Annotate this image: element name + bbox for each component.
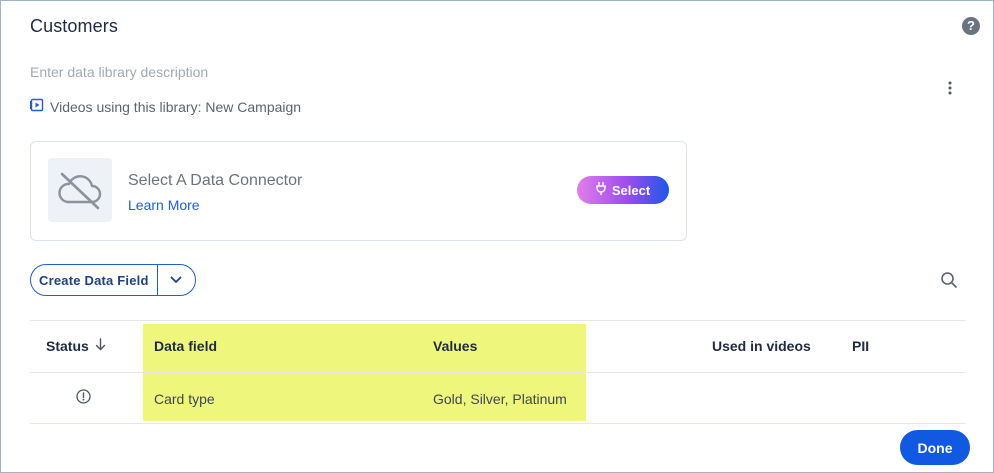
- search-icon[interactable]: [940, 271, 958, 289]
- table-top-border: [30, 320, 966, 321]
- cell-data-field[interactable]: Card type: [154, 391, 215, 407]
- plug-icon: [596, 181, 606, 198]
- select-connector-label: Select: [611, 182, 651, 198]
- chevron-down-icon: [170, 271, 182, 289]
- connector-title: Select A Data Connector: [128, 172, 303, 189]
- page-title: Customers: [30, 16, 118, 36]
- column-header-values[interactable]: Values: [433, 338, 477, 354]
- cell-values: Gold, Silver, Platinum: [433, 391, 567, 407]
- alert-circle-icon: [76, 389, 91, 404]
- data-connector-card: Select A Data Connector Learn More Selec…: [30, 141, 687, 241]
- video-library-icon: [30, 98, 44, 115]
- column-header-used-in-videos[interactable]: Used in videos: [712, 338, 811, 354]
- create-data-field-button[interactable]: Create Data Field: [31, 265, 157, 295]
- videos-using-library-text: Videos using this library: New Campaign: [50, 98, 302, 115]
- help-icon[interactable]: ?: [962, 17, 980, 35]
- description-input[interactable]: Enter data library description: [30, 64, 208, 80]
- column-header-status[interactable]: Status: [46, 338, 106, 354]
- videos-using-library: Videos using this library: New Campaign: [30, 98, 301, 115]
- arrow-down-icon: [95, 338, 106, 354]
- create-data-field-split-button: Create Data Field: [30, 264, 196, 296]
- table-row-border: [30, 423, 966, 424]
- learn-more-link[interactable]: Learn More: [128, 197, 200, 213]
- select-connector-button[interactable]: Select: [577, 176, 669, 204]
- status-header-label: Status: [46, 338, 89, 354]
- more-options-icon[interactable]: [941, 79, 959, 97]
- create-options-dropdown[interactable]: [158, 265, 195, 295]
- data-library-panel: Customers ? Enter data library descripti…: [0, 0, 994, 473]
- cloud-off-icon: [48, 158, 112, 222]
- table-header-border: [30, 372, 966, 373]
- column-header-pii[interactable]: PII: [852, 338, 869, 354]
- column-header-data-field[interactable]: Data field: [154, 338, 217, 354]
- done-button[interactable]: Done: [900, 430, 970, 465]
